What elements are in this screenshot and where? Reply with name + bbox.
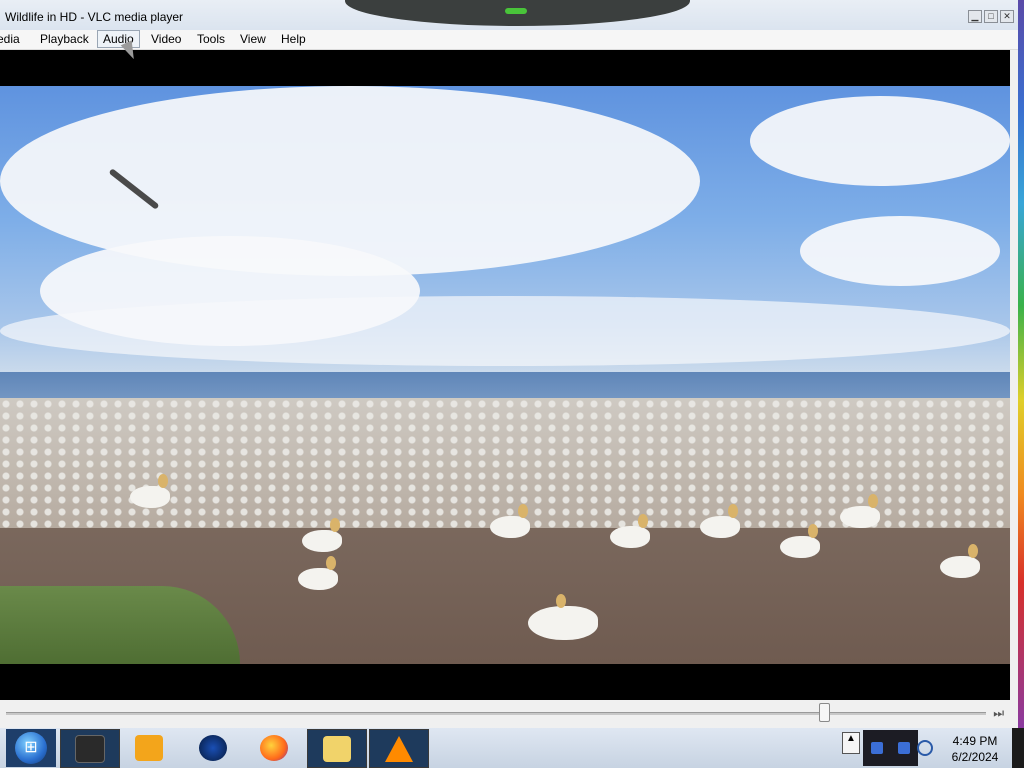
gannet <box>840 494 880 528</box>
firefox-icon <box>260 734 288 761</box>
taskbar-globe[interactable] <box>184 729 242 766</box>
menu-bar: Media Playback Audio Video Tools View He… <box>0 30 1018 50</box>
taskbar-media-player[interactable] <box>120 729 178 766</box>
gannet <box>298 556 338 590</box>
gannet <box>780 524 820 558</box>
close-button[interactable]: ✕ <box>1000 10 1014 23</box>
menu-playback[interactable]: Playback <box>35 30 94 48</box>
menu-media[interactable]: Media <box>0 30 25 48</box>
menu-view[interactable]: View <box>235 30 271 48</box>
taskbar-file-explorer[interactable] <box>307 729 367 768</box>
gannet <box>940 544 980 578</box>
cloud <box>800 216 1000 286</box>
notch-decoration <box>345 0 690 26</box>
terminal-icon <box>75 734 105 763</box>
taskbar-vlc[interactable] <box>369 729 429 768</box>
taskbar: ⊞ ▲ 4:49 PM 6/2/2024 <box>0 728 1024 768</box>
gannet <box>610 514 650 548</box>
system-tray <box>863 730 918 766</box>
start-button[interactable]: ⊞ <box>6 729 56 767</box>
network-icon[interactable] <box>917 740 933 756</box>
seek-bar[interactable] <box>6 712 986 715</box>
gannet <box>700 504 740 538</box>
taskbar-firefox[interactable] <box>245 729 303 766</box>
clock-date: 6/2/2024 <box>951 750 999 764</box>
folder-icon <box>323 735 351 762</box>
display-icon[interactable] <box>898 742 911 754</box>
grass-patch <box>0 586 240 664</box>
clock[interactable]: 4:49 PM 6/2/2024 <box>940 733 1010 765</box>
seek-handle[interactable] <box>819 703 831 722</box>
window-title: Wildlife in HD - VLC media player <box>5 10 184 24</box>
gannet <box>130 474 170 508</box>
tray-flag-icon[interactable]: ▲ <box>842 732 860 754</box>
taskbar-terminal[interactable] <box>60 729 120 768</box>
title-bar[interactable]: Wildlife in HD - VLC media player ▁ □ ✕ <box>0 0 1018 30</box>
gannet <box>528 594 598 640</box>
menu-tools[interactable]: Tools <box>192 30 230 48</box>
menu-video[interactable]: Video <box>146 30 186 48</box>
shield-icon[interactable] <box>870 742 883 754</box>
cloud-band <box>0 296 1010 366</box>
clock-time: 4:49 PM <box>952 734 998 748</box>
vlc-window: Wildlife in HD - VLC media player ▁ □ ✕ … <box>0 0 1018 728</box>
playback-controls: ⏭ <box>0 700 1018 728</box>
minimize-button[interactable]: ▁ <box>968 10 982 23</box>
gannet <box>490 504 530 538</box>
video-area[interactable] <box>0 50 1010 700</box>
maximize-button[interactable]: □ <box>984 10 998 23</box>
cloud <box>750 96 1010 186</box>
desktop-wallpaper-edge <box>1018 0 1024 728</box>
windows-orb-icon: ⊞ <box>15 732 47 764</box>
notch-led-icon <box>505 8 527 14</box>
video-frame <box>0 86 1010 664</box>
globe-icon <box>199 734 227 761</box>
skip-forward-icon[interactable]: ⏭ <box>993 706 1004 721</box>
menu-help[interactable]: Help <box>276 30 311 48</box>
vlc-cone-icon <box>385 735 413 762</box>
gannet <box>302 518 342 552</box>
media-player-icon <box>135 734 163 761</box>
show-desktop-button[interactable] <box>1012 728 1024 768</box>
window-controls: ▁ □ ✕ <box>968 10 1014 23</box>
